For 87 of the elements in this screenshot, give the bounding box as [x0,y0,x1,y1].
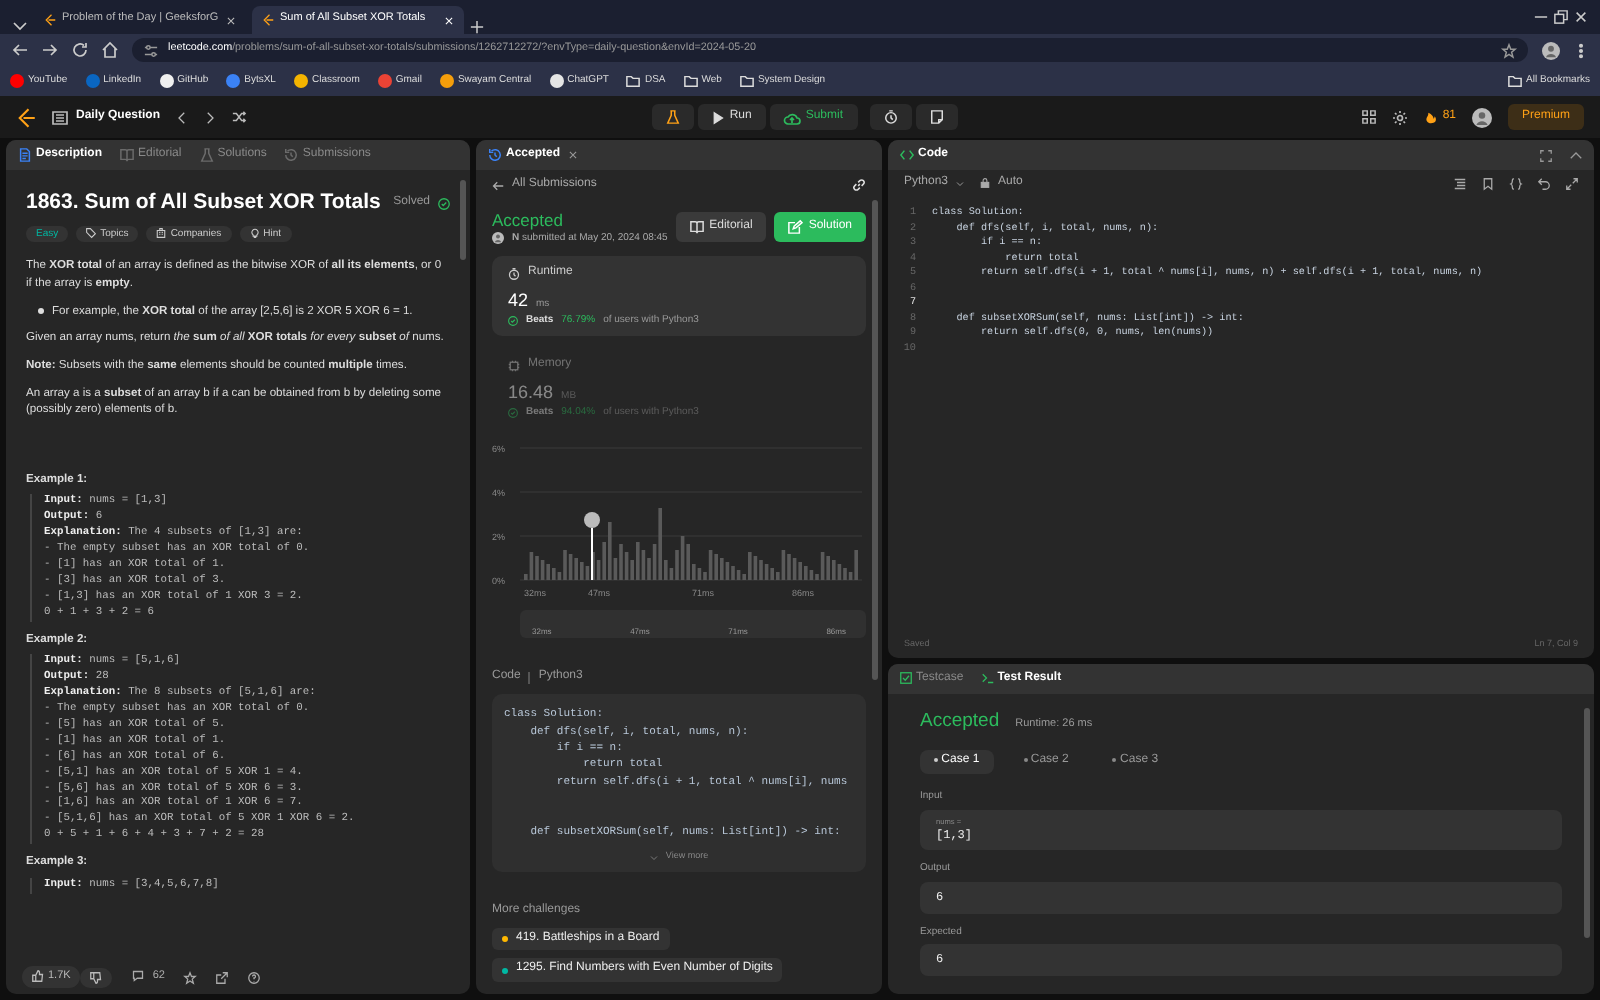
scrollbar[interactable] [460,180,466,260]
bulb-icon [249,228,260,239]
checkbox-icon [900,672,912,685]
caret-icon [956,179,965,188]
home-icon[interactable] [102,42,118,58]
bookmark-star-icon[interactable] [1502,43,1516,57]
code-icon [900,147,914,162]
book-icon [689,220,704,235]
note-icon [929,110,944,124]
history-icon [488,147,502,162]
building-icon [156,228,167,239]
metric-value: 42 [508,290,529,314]
bug-icon [665,110,680,124]
terminal-icon [981,672,994,685]
back-icon[interactable] [12,42,28,58]
check-circle-icon [438,197,450,210]
tag-icon [86,228,97,239]
close-icon[interactable] [226,15,236,25]
comment-icon [132,970,145,983]
clock-icon [508,268,520,281]
collapse-icon[interactable] [1570,149,1582,161]
restore-icon[interactable] [1554,10,1568,24]
avatar-icon [492,232,504,245]
avatar-icon[interactable] [1542,41,1560,59]
fullscreen-icon[interactable] [1540,149,1552,161]
lock-icon [980,178,991,189]
format-icon[interactable] [1454,178,1466,190]
back-arrow-icon [492,179,504,192]
timer-button[interactable] [869,104,912,130]
link-icon[interactable] [852,178,866,193]
dislike-button[interactable] [80,967,113,987]
folder-icon [626,74,641,88]
status-dot [1112,757,1117,762]
clock-icon [883,110,898,124]
shuffle-icon[interactable] [232,110,247,124]
folder-icon [1508,74,1523,88]
reload-icon[interactable] [72,42,88,58]
fire-icon [1424,109,1439,124]
avatar-icon[interactable] [1472,107,1492,127]
previous-icon[interactable] [176,111,189,123]
history-icon [284,147,299,162]
debug-button[interactable] [651,104,694,130]
status-dot [1023,757,1028,762]
edit-icon [788,220,803,235]
problem-title: 1863. Sum of All Subset XOR Totals [26,190,381,218]
plus-icon[interactable] [470,20,484,34]
layout-icon[interactable] [1362,110,1377,124]
star-icon[interactable] [184,971,197,983]
settings-icon[interactable] [1392,109,1409,125]
share-icon[interactable] [216,971,229,983]
forward-icon[interactable] [42,42,58,58]
scrollbar[interactable] [872,200,878,680]
help-icon[interactable] [248,971,261,983]
bullet-icon [38,307,44,314]
scrollbar[interactable] [1584,708,1590,938]
problem-list-icon[interactable] [52,109,68,125]
check-circle-icon [508,407,518,418]
logo-icon[interactable] [16,107,36,127]
folder-icon [683,74,698,88]
next-icon[interactable] [204,111,217,123]
play-icon [711,111,724,123]
status-label: Accepted [492,209,565,232]
folder-icon [739,74,754,88]
flask-icon [199,147,214,162]
notes-button[interactable] [915,104,958,130]
verdict-label: Accepted [920,710,1000,735]
minimize-icon[interactable] [1534,10,1548,24]
chevron-down-icon [649,853,658,862]
document-icon [18,147,32,162]
menu-icon[interactable] [1574,43,1588,57]
bookmark-icon[interactable] [1482,178,1494,190]
thumbs-up-icon [32,970,44,983]
book-icon [120,147,135,162]
page-icon [262,14,274,26]
braces-icon[interactable] [1510,178,1522,190]
tab-search-icon[interactable] [12,18,28,34]
site-info-icon[interactable] [144,43,158,57]
chip-icon [508,360,520,373]
close-icon[interactable] [1574,10,1588,24]
check-circle-icon [508,315,518,326]
expand-icon[interactable] [1566,178,1578,190]
thumbs-down-icon [90,971,103,983]
page-icon [44,14,56,26]
undo-icon[interactable] [1538,178,1550,190]
submission-marker [584,512,600,582]
metric-value: 16.48 [508,382,554,406]
cloud-upload-icon [783,109,800,125]
